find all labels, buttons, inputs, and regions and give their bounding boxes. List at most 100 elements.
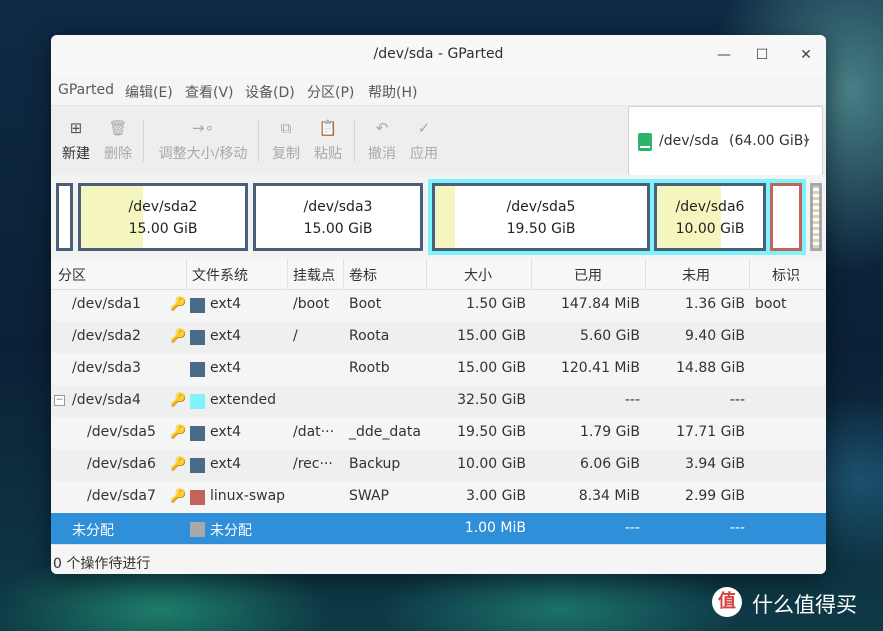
fs-color-swatch xyxy=(190,426,205,441)
col-mountpoint[interactable]: 挂载点 xyxy=(293,265,335,285)
menu-view[interactable]: 查看(V) xyxy=(185,82,234,102)
col-flags[interactable]: 标识 xyxy=(772,265,800,285)
diskmap-unallocated[interactable] xyxy=(810,183,822,251)
diskmap-sda1[interactable] xyxy=(56,183,73,251)
chevron-down-icon: ⌄ xyxy=(801,131,812,146)
trash-icon: 🗑 xyxy=(108,119,128,137)
unused: 9.40 GiB xyxy=(685,328,745,344)
table-row-selected[interactable]: 未分配 未分配 1.00 MiB --- --- xyxy=(51,513,826,545)
clipboard-icon: 📋 xyxy=(318,119,338,137)
partition-name: /dev/sda7 xyxy=(87,488,156,504)
col-size[interactable]: 大小 xyxy=(464,265,492,285)
toolbar-separator xyxy=(354,120,355,162)
menu-bar: GParted 编辑(E) 查看(V) 设备(D) 分区(P) 帮助(H) xyxy=(51,75,826,105)
used: 6.06 GiB xyxy=(580,456,640,472)
menu-edit[interactable]: 编辑(E) xyxy=(125,82,173,102)
resize-label: 调整大小/移动 xyxy=(158,146,248,162)
maximize-button[interactable]: ☐ xyxy=(749,43,775,67)
column-divider xyxy=(287,259,288,289)
table-row[interactable]: /dev/sda3 ext4 Rootb 15.00 GiB 120.41 Mi… xyxy=(51,353,826,385)
key-icon: 🔑 xyxy=(170,329,187,344)
fs-color-swatch xyxy=(190,362,205,377)
key-icon: 🔑 xyxy=(170,393,187,408)
resize-icon: →∘ xyxy=(192,119,214,137)
table-row[interactable]: /dev/sda2 🔑 ext4 / Roota 15.00 GiB 5.60 … xyxy=(51,321,826,353)
undo-icon: ↶ xyxy=(375,119,389,137)
size: 10.00 GiB xyxy=(457,456,526,472)
partition-name: /dev/sda6 xyxy=(87,456,156,472)
fs-color-swatch xyxy=(190,298,205,313)
menu-help[interactable]: 帮助(H) xyxy=(368,82,417,102)
apply-label: 应用 xyxy=(410,146,438,162)
col-label[interactable]: 卷标 xyxy=(349,265,377,285)
size: 32.50 GiB xyxy=(457,392,526,408)
delete-button[interactable]: 🗑 删除 xyxy=(103,116,133,163)
device-name: /dev/sda xyxy=(659,133,719,149)
device-size: (64.00 GiB) xyxy=(728,133,809,149)
diskmap-sda6[interactable]: /dev/sda6 10.00 GiB xyxy=(654,183,766,251)
used: 1.79 GiB xyxy=(580,424,640,440)
diskmap-sda3-size: 15.00 GiB xyxy=(303,221,373,237)
undo-button[interactable]: ↶ 撤消 xyxy=(367,116,397,163)
table-row[interactable]: /dev/sda6 🔑 ext4 /rec··· Backup 10.00 Gi… xyxy=(51,449,826,481)
new-button[interactable]: ⊞ 新建 xyxy=(61,116,91,163)
key-icon: 🔑 xyxy=(170,297,187,312)
col-used[interactable]: 已用 xyxy=(574,265,602,285)
new-icon: ⊞ xyxy=(69,119,83,137)
used: 147.84 MiB xyxy=(560,296,640,312)
menu-partition[interactable]: 分区(P) xyxy=(307,82,354,102)
table-row[interactable]: /dev/sda1 🔑 ext4 /boot Boot 1.50 GiB 147… xyxy=(51,289,826,321)
menu-device[interactable]: 设备(D) xyxy=(245,82,295,102)
close-button[interactable]: ✕ xyxy=(793,43,819,67)
new-label: 新建 xyxy=(62,146,90,162)
diskmap-sda4-extended[interactable]: /dev/sda5 19.50 GiB /dev/sda6 10.00 GiB xyxy=(428,179,806,255)
diskmap-sda5-size: 19.50 GiB xyxy=(506,221,576,237)
delete-label: 删除 xyxy=(104,146,132,162)
resize-move-button[interactable]: →∘ 调整大小/移动 xyxy=(157,116,249,163)
disk-icon xyxy=(638,133,652,151)
device-selector[interactable]: /dev/sda (64.00 GiB) ⌄ xyxy=(628,106,823,176)
column-divider xyxy=(749,259,750,289)
fs-color-swatch xyxy=(190,522,205,537)
size: 1.00 MiB xyxy=(464,520,526,536)
unused: --- xyxy=(729,392,745,408)
diskmap-sda7[interactable] xyxy=(770,183,802,251)
mountpoint: / xyxy=(293,328,298,344)
diskmap-sda2[interactable]: /dev/sda2 15.00 GiB xyxy=(78,183,248,251)
col-filesystem[interactable]: 文件系统 xyxy=(192,265,248,285)
fs-color-swatch xyxy=(190,490,205,505)
used: --- xyxy=(624,520,640,536)
disk-map: /dev/sda2 15.00 GiB /dev/sda3 15.00 GiB … xyxy=(51,175,826,259)
table-row[interactable]: /dev/sda7 🔑 linux-swap SWAP 3.00 GiB 8.3… xyxy=(51,481,826,513)
volume-label: Rootb xyxy=(349,360,390,376)
diskmap-sda5-name: /dev/sda5 xyxy=(506,199,576,215)
col-unused[interactable]: 未用 xyxy=(682,265,710,285)
key-icon: 🔑 xyxy=(170,425,187,440)
smzdm-logo-icon: 值 xyxy=(712,587,742,617)
volume-label: Roota xyxy=(349,328,390,344)
device-label: /dev/sda (64.00 GiB) xyxy=(659,133,809,149)
copy-button[interactable]: ⧉ 复制 xyxy=(271,116,301,163)
table-row[interactable]: /dev/sda5 🔑 ext4 /dat··· _dde_data 19.50… xyxy=(51,417,826,449)
unused: 1.36 GiB xyxy=(685,296,745,312)
diskmap-sda5[interactable]: /dev/sda5 19.50 GiB xyxy=(432,183,650,251)
apply-button[interactable]: ✓ 应用 xyxy=(409,116,439,163)
unused: 14.88 GiB xyxy=(676,360,745,376)
paste-label: 粘贴 xyxy=(314,146,342,162)
menu-gparted[interactable]: GParted xyxy=(58,82,114,98)
table-row[interactable]: − /dev/sda4 🔑 extended 32.50 GiB --- --- xyxy=(51,385,826,417)
used: 8.34 MiB xyxy=(578,488,640,504)
collapse-icon[interactable]: − xyxy=(54,395,65,406)
gparted-window: /dev/sda - GParted — ☐ ✕ GParted 编辑(E) 查… xyxy=(51,35,826,574)
size: 15.00 GiB xyxy=(457,360,526,376)
toolbar: ⊞ 新建 🗑 删除 →∘ 调整大小/移动 ⧉ 复制 📋 粘贴 ↶ 撤消 ✓ 应用 xyxy=(51,105,826,176)
diskmap-sda3[interactable]: /dev/sda3 15.00 GiB xyxy=(253,183,423,251)
title-bar: /dev/sda - GParted — ☐ ✕ xyxy=(51,35,826,75)
col-partition[interactable]: 分区 xyxy=(58,265,86,285)
size: 19.50 GiB xyxy=(457,424,526,440)
partition-name: /dev/sda2 xyxy=(72,328,141,344)
paste-button[interactable]: 📋 粘贴 xyxy=(313,116,343,163)
minimize-button[interactable]: — xyxy=(711,43,737,67)
partition-name: 未分配 xyxy=(72,523,114,539)
undo-label: 撤消 xyxy=(368,146,396,162)
